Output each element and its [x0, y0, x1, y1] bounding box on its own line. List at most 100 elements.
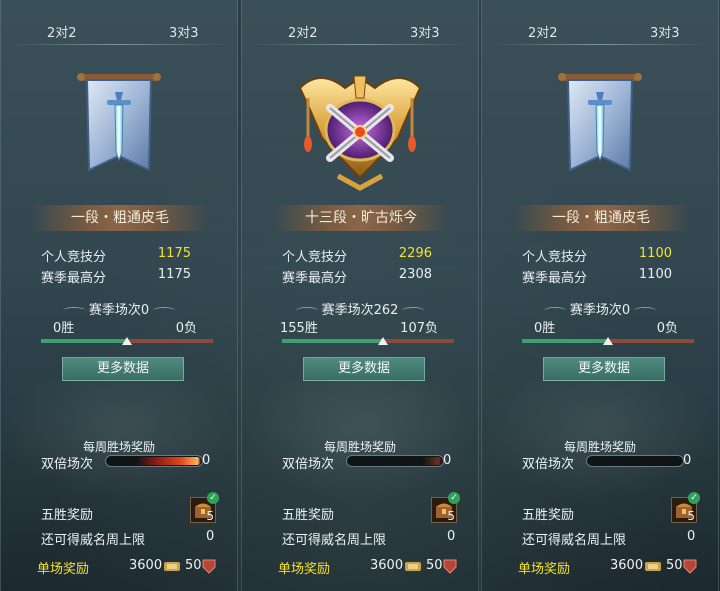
win-loss-bar — [282, 337, 454, 345]
honor-amount: 50 — [185, 558, 202, 573]
coin-icon — [645, 562, 661, 571]
prestige-cap-value: 0 — [206, 529, 215, 544]
season-high-row: 赛季最高分 1100 — [522, 267, 672, 286]
treasure-chest-icon[interactable]: 5 ✓ — [431, 492, 460, 523]
ornament-right-icon — [153, 307, 176, 314]
mode-tabs: 2对2 3对3 — [1, 20, 237, 45]
honor-badge-icon — [683, 559, 697, 574]
coin-amount: 3600 — [129, 558, 163, 573]
single-reward-label: 单场奖励 — [37, 562, 90, 577]
double-matches-label: 双倍场次 — [41, 457, 94, 472]
win-loss-bar — [41, 337, 213, 345]
five-win-label: 五胜奖励 — [282, 508, 335, 523]
season-high-value: 2308 — [398, 267, 432, 282]
coin-icon — [164, 562, 180, 571]
mode-tabs: 2对2 3对3 — [242, 20, 478, 45]
arena-panel-3: 2对2 3对3 一段・粗通皮毛 个人竞技分 1100 赛季最高分 1100 赛季… — [481, 0, 719, 591]
losses-count: 0负 — [175, 321, 197, 336]
treasure-chest-icon[interactable]: 5 ✓ — [671, 492, 700, 523]
honor-amount: 50 — [666, 558, 683, 573]
season-matches-label: 赛季场次0 — [88, 303, 150, 318]
rank-title: 一段・粗通皮毛 — [512, 205, 690, 231]
ornament-right-icon — [634, 307, 657, 314]
tab-3v3[interactable]: 3对3 — [410, 22, 440, 41]
wins-count: 0胜 — [534, 321, 556, 336]
more-data-button[interactable]: 更多数据 — [62, 357, 184, 381]
losses-count: 107负 — [400, 321, 438, 336]
ratio-marker-icon — [378, 337, 389, 345]
banner-sword-icon — [530, 60, 670, 200]
more-data-button[interactable]: 更多数据 — [303, 357, 425, 381]
five-count: 5 — [206, 509, 214, 523]
five-win-label: 五胜奖励 — [41, 508, 94, 523]
personal-score-label: 个人竞技分 — [282, 250, 348, 265]
prestige-cap-value: 0 — [447, 529, 456, 544]
arena-screen: 2对2 3对3 一段・粗通皮毛 个人竞技分 1175 赛季最高分 1175 赛季… — [0, 0, 720, 591]
ratio-marker-icon — [603, 337, 613, 345]
ratio-marker-icon — [122, 337, 132, 345]
season-matches: 赛季场次0 — [482, 299, 718, 318]
five-count: 5 — [687, 509, 695, 523]
personal-score-value: 1100 — [638, 246, 672, 261]
prestige-cap-label: 还可得威名周上限 — [522, 533, 627, 548]
personal-score-label: 个人竞技分 — [522, 250, 588, 265]
ornament-left-icon — [295, 307, 318, 314]
losses-count: 0负 — [656, 321, 678, 336]
season-matches-label: 赛季场次0 — [569, 303, 631, 318]
arena-panel-1: 2对2 3对3 一段・粗通皮毛 个人竞技分 1175 赛季最高分 1175 赛季… — [0, 0, 238, 591]
personal-score-row: 个人竞技分 2296 — [282, 246, 432, 265]
win-fill — [41, 339, 127, 343]
tab-3v3[interactable]: 3对3 — [169, 22, 199, 41]
mode-tabs: 2对2 3对3 — [482, 20, 718, 45]
tab-2v2[interactable]: 2对2 — [47, 22, 77, 41]
ornament-left-icon — [62, 307, 85, 314]
tab-2v2[interactable]: 2对2 — [528, 22, 558, 41]
double-matches-label: 双倍场次 — [282, 457, 335, 472]
ornament-left-icon — [543, 307, 566, 314]
season-high-label: 赛季最高分 — [522, 271, 588, 286]
single-reward-label: 单场奖励 — [278, 562, 331, 577]
prestige-cap-value: 0 — [687, 529, 696, 544]
win-loss-bar — [522, 337, 694, 345]
wins-count: 0胜 — [53, 321, 75, 336]
double-matches-value: 0 — [683, 453, 692, 468]
season-matches: 赛季场次0 — [1, 299, 237, 318]
personal-score-row: 个人竞技分 1100 — [522, 246, 672, 265]
season-matches-label: 赛季场次262 — [321, 303, 399, 318]
tab-3v3[interactable]: 3对3 — [650, 22, 680, 41]
double-progress-bar — [105, 455, 203, 467]
rank-title: 十三段・旷古烁今 — [272, 205, 450, 231]
check-icon: ✓ — [207, 492, 219, 504]
wins-count: 155胜 — [280, 321, 318, 336]
season-high-label: 赛季最高分 — [282, 271, 348, 286]
double-matches-value: 0 — [202, 453, 211, 468]
divider — [492, 44, 708, 45]
more-data-button[interactable]: 更多数据 — [543, 357, 665, 381]
rank-title: 一段・粗通皮毛 — [31, 205, 209, 231]
five-count: 5 — [447, 509, 455, 523]
personal-score-label: 个人竞技分 — [41, 250, 107, 265]
honor-badge-icon — [443, 559, 457, 574]
season-matches: 赛季场次262 — [242, 299, 478, 318]
golden-crest-icon — [290, 58, 430, 198]
prestige-cap-label: 还可得威名周上限 — [41, 533, 146, 548]
win-fill — [282, 339, 384, 343]
ornament-right-icon — [402, 307, 425, 314]
double-progress-bar — [586, 455, 684, 467]
double-glow — [136, 457, 201, 465]
treasure-chest-icon[interactable]: 5 ✓ — [190, 492, 219, 523]
season-high-label: 赛季最高分 — [41, 271, 107, 286]
banner-sword-icon — [49, 60, 189, 200]
season-high-row: 赛季最高分 2308 — [282, 267, 432, 286]
check-icon: ✓ — [448, 492, 460, 504]
arena-panel-2: 2对2 3对3 十三段・旷古烁今 个人竞技分 2296 赛季最高分 2308 赛… — [241, 0, 479, 591]
coin-amount: 3600 — [370, 558, 404, 573]
tab-2v2[interactable]: 2对2 — [288, 22, 318, 41]
prestige-cap-label: 还可得威名周上限 — [282, 533, 387, 548]
honor-amount: 50 — [426, 558, 443, 573]
coin-amount: 3600 — [610, 558, 644, 573]
personal-score-value: 1175 — [157, 246, 191, 261]
win-fill — [522, 339, 608, 343]
divider — [252, 44, 468, 45]
personal-score-row: 个人竞技分 1175 — [41, 246, 191, 265]
